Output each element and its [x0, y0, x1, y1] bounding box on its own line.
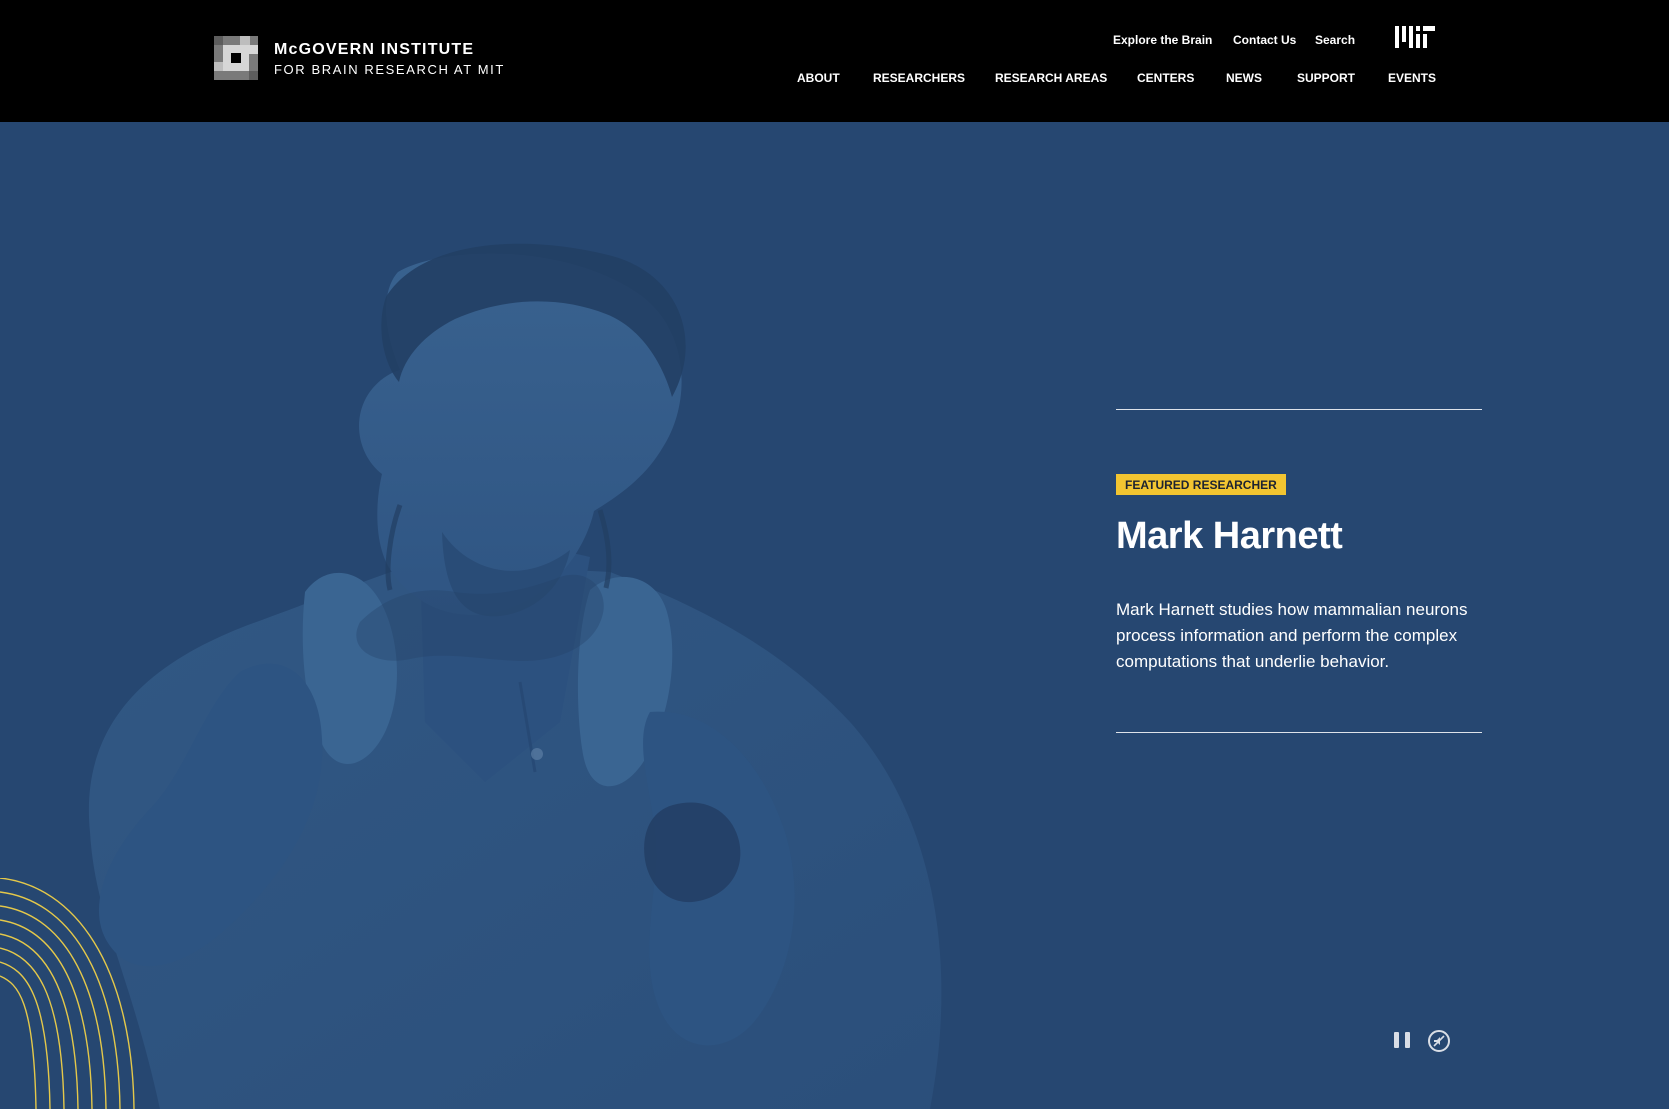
top-divider [1116, 409, 1482, 410]
bottom-divider [1116, 731, 1482, 733]
site-header: McGOVERN INSTITUTE FOR BRAIN RESEARCH AT… [0, 0, 1669, 122]
pause-icon[interactable] [1394, 1032, 1410, 1050]
mit-logo-icon[interactable] [1395, 26, 1435, 48]
utility-link-explore-brain[interactable]: Explore the Brain [1113, 33, 1212, 47]
slideshow-controls [1394, 1030, 1450, 1052]
featured-badge: FEATURED RESEARCHER [1116, 474, 1286, 495]
nav-researchers[interactable]: RESEARCHERS [873, 71, 965, 85]
nav-centers[interactable]: CENTERS [1137, 71, 1194, 85]
logo-title: McGOVERN INSTITUTE [274, 41, 475, 58]
researcher-photo [0, 122, 980, 1109]
utility-link-search[interactable]: Search [1315, 33, 1355, 47]
nav-news[interactable]: NEWS [1226, 71, 1262, 85]
concentric-arcs-decoration [0, 878, 135, 1109]
nav-support[interactable]: SUPPORT [1297, 71, 1355, 85]
utility-link-contact-us[interactable]: Contact Us [1233, 33, 1296, 47]
featured-researcher-card: FEATURED RESEARCHER Mark Harnett Mark Ha… [1116, 409, 1482, 733]
researcher-name[interactable]: Mark Harnett [1116, 515, 1482, 559]
nav-research-areas[interactable]: RESEARCH AREAS [995, 71, 1107, 85]
nav-about[interactable]: ABOUT [797, 71, 840, 85]
nav-events[interactable]: EVENTS [1388, 71, 1436, 85]
hero-section: FEATURED RESEARCHER Mark Harnett Mark Ha… [0, 122, 1669, 1109]
sound-off-icon[interactable] [1428, 1030, 1450, 1052]
researcher-description: Mark Harnett studies how mammalian neuro… [1116, 599, 1468, 671]
main-navigation: ABOUT RESEARCHERS RESEARCH AREAS CENTERS… [0, 71, 1669, 89]
